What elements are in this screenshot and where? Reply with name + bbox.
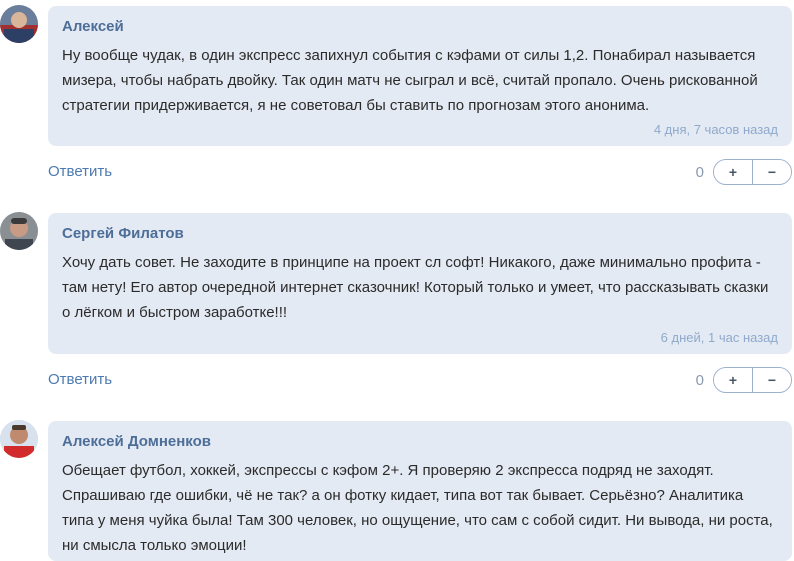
avatar[interactable] — [0, 5, 38, 43]
reply-link[interactable]: Ответить — [48, 371, 112, 388]
vote-count: 0 — [695, 371, 704, 389]
vote-count: 0 — [695, 163, 704, 181]
comment-bubble: Алексей Ну вообще чудак, в один экспресс… — [48, 6, 792, 146]
avatar[interactable] — [0, 420, 38, 458]
avatar[interactable] — [0, 212, 38, 250]
upvote-button[interactable]: + — [714, 160, 752, 184]
vote-buttons: + − — [713, 367, 792, 393]
downvote-button[interactable]: − — [752, 160, 791, 184]
comment-text: Хочу дать совет. Не заходите в принципе … — [62, 254, 769, 321]
avatar-image — [0, 420, 38, 458]
upvote-button[interactable]: + — [714, 368, 752, 392]
avatar-image — [0, 212, 38, 250]
reply-link[interactable]: Ответить — [48, 163, 112, 180]
vote-buttons: + − — [713, 159, 792, 185]
comment-timestamp: 6 дней, 1 час назад — [660, 330, 778, 345]
vote-controls: 0 + − — [696, 159, 792, 185]
comment-author[interactable]: Алексей Домненков — [62, 433, 778, 451]
comment-bubble: Алексей Домненков Обещает футбол, хоккей… — [48, 421, 792, 561]
avatar-image — [0, 5, 38, 43]
comment-bubble: Сергей Филатов Хочу дать совет. Не заход… — [48, 213, 792, 354]
comment-text: Обещает футбол, хоккей, экспрессы с кэфо… — [62, 462, 773, 554]
comment-timestamp: 4 дня, 7 часов назад — [653, 122, 778, 137]
comment-author[interactable]: Сергей Филатов — [62, 225, 778, 243]
comment-author[interactable]: Алексей — [62, 18, 778, 36]
vote-controls: 0 + − — [696, 367, 792, 393]
downvote-button[interactable]: − — [752, 368, 791, 392]
comment-text: Ну вообще чудак, в один экспресс запихну… — [62, 47, 758, 114]
